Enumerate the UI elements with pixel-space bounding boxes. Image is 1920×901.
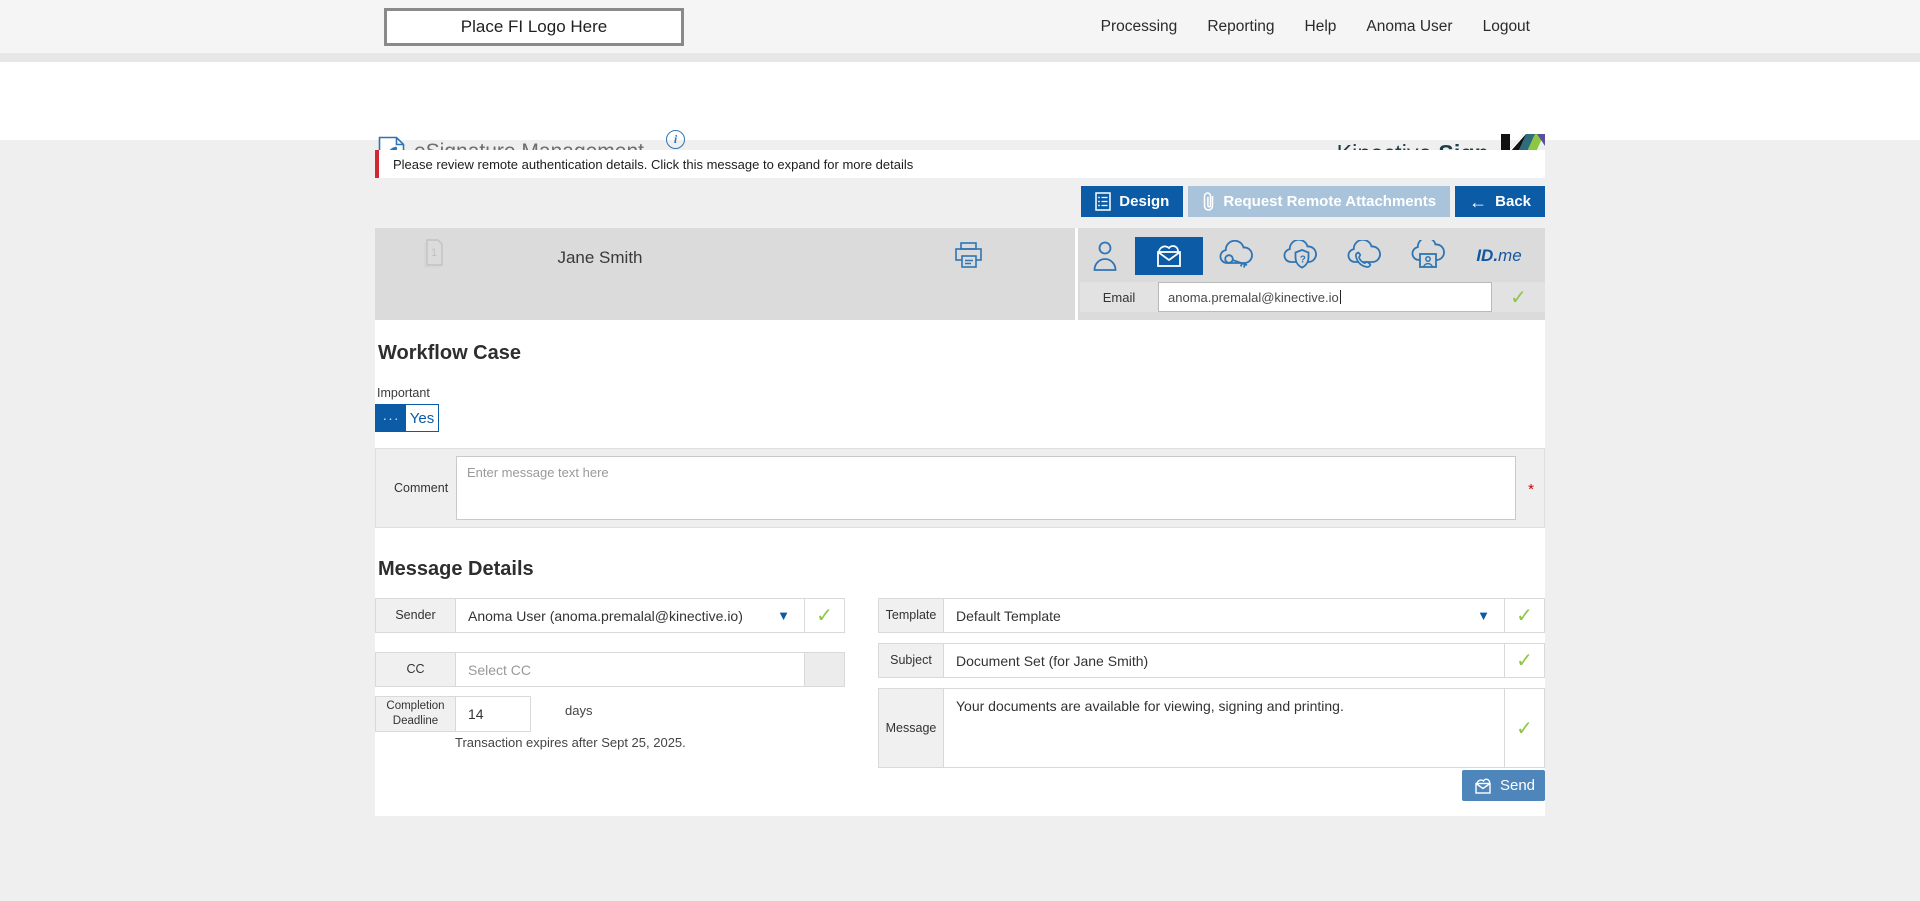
recipient-card: 1 Jane Smith ? ID. me Email anoma.premal…: [375, 228, 1545, 320]
nav-user[interactable]: Anoma User: [1366, 18, 1452, 36]
toggle-yes[interactable]: Yes: [406, 405, 438, 431]
page-header: x eSignature Management i Kinective Sign: [0, 62, 1920, 172]
auth-email-icon-selected[interactable]: [1135, 237, 1203, 275]
comment-label: Comment: [394, 481, 449, 495]
chevron-down-icon[interactable]: ▼: [777, 608, 790, 623]
message-row: Message Your documents are available for…: [878, 688, 1545, 768]
message-label: Message: [879, 689, 944, 767]
workflow-case-heading: Workflow Case: [378, 342, 521, 364]
send-button[interactable]: Send: [1462, 770, 1545, 801]
top-navigation: Processing Reporting Help Anoma User Log…: [1101, 0, 1530, 53]
required-marker: *: [1528, 481, 1534, 498]
send-mail-icon: [1472, 778, 1493, 794]
fi-logo-placeholder: Place FI Logo Here: [384, 8, 684, 46]
nav-reporting[interactable]: Reporting: [1207, 18, 1274, 36]
nav-processing[interactable]: Processing: [1101, 18, 1178, 36]
subject-valid-cell: ✓: [1504, 644, 1544, 677]
important-toggle[interactable]: ··· Yes: [375, 404, 439, 432]
design-button[interactable]: Design: [1081, 186, 1184, 217]
sender-select[interactable]: Anoma User (anoma.premalal@kinective.io)…: [456, 599, 804, 632]
request-remote-attachments-button[interactable]: Request Remote Attachments: [1188, 186, 1451, 217]
sender-label: Sender: [376, 599, 456, 632]
message-textarea[interactable]: Your documents are available for viewing…: [944, 689, 1504, 767]
alert-banner[interactable]: Please review remote authentication deta…: [375, 150, 1545, 178]
auth-video-verification-icon[interactable]: [1407, 237, 1449, 275]
auth-idme-icon[interactable]: ID. me: [1467, 237, 1531, 275]
subject-label: Subject: [879, 644, 944, 677]
email-label: Email: [1080, 282, 1158, 312]
auth-phone-icon[interactable]: [1343, 237, 1385, 275]
nav-help[interactable]: Help: [1305, 18, 1337, 36]
cc-field[interactable]: [456, 653, 804, 686]
completion-deadline-label: Completion Deadline: [376, 697, 456, 731]
cc-label: CC: [376, 653, 456, 686]
days-unit-label: days: [565, 703, 593, 718]
completion-deadline-row: Completion Deadline 14: [375, 696, 531, 732]
email-input[interactable]: anoma.premalal@kinective.io: [1158, 282, 1492, 312]
email-valid-cell: ✓: [1492, 282, 1545, 312]
toggle-dots[interactable]: ···: [376, 405, 406, 431]
document-badge-count: 1: [431, 247, 437, 259]
back-button[interactable]: ← Back: [1455, 186, 1545, 217]
subject-input[interactable]: Document Set (for Jane Smith): [944, 644, 1504, 677]
auth-security-question-icon[interactable]: ?: [1279, 237, 1321, 275]
cc-empty-cell: [804, 653, 844, 686]
card-divider: [1075, 228, 1078, 320]
toolbar: Design Request Remote Attachments ← Back: [1081, 186, 1545, 217]
check-icon: ✓: [1516, 650, 1533, 672]
message-valid-cell: ✓: [1504, 689, 1544, 767]
paperclip-icon: [1202, 191, 1215, 212]
cc-input[interactable]: [456, 653, 804, 686]
comment-container: Comment *: [375, 448, 1545, 528]
auth-in-person-icon[interactable]: [1087, 237, 1123, 275]
design-document-icon: [1095, 192, 1112, 211]
svg-text:?: ?: [1300, 255, 1306, 266]
sender-valid-cell: ✓: [804, 599, 844, 632]
document-count-icon: 1: [423, 239, 445, 269]
text-caret: [1339, 290, 1341, 304]
info-icon[interactable]: i: [666, 130, 685, 149]
completion-deadline-input[interactable]: 14: [456, 697, 530, 731]
sender-row: Sender Anoma User (anoma.premalal@kinect…: [375, 598, 845, 633]
auth-shared-secret-icon[interactable]: [1215, 237, 1257, 275]
back-arrow-icon: ←: [1469, 191, 1488, 212]
check-icon: ✓: [816, 605, 833, 627]
email-row: Email anoma.premalal@kinective.io ✓: [1080, 282, 1545, 312]
template-label: Template: [879, 599, 944, 632]
chevron-down-icon[interactable]: ▼: [1477, 608, 1490, 623]
template-row: Template Default Template ▼ ✓: [878, 598, 1545, 633]
top-bar: Place FI Logo Here Processing Reporting …: [0, 0, 1920, 53]
cc-row: CC: [375, 652, 845, 687]
template-valid-cell: ✓: [1504, 599, 1544, 632]
check-icon: ✓: [1510, 286, 1527, 309]
message-details-heading: Message Details: [378, 558, 534, 580]
check-icon: ✓: [1516, 717, 1533, 740]
recipient-name: Jane Smith: [557, 248, 643, 267]
print-icon[interactable]: [953, 241, 985, 271]
nav-logout[interactable]: Logout: [1483, 18, 1530, 36]
check-icon: ✓: [1516, 605, 1533, 627]
topbar-divider: [0, 53, 1920, 62]
subject-row: Subject Document Set (for Jane Smith) ✓: [878, 643, 1545, 678]
comment-textarea[interactable]: [456, 456, 1516, 520]
important-label: Important: [377, 386, 430, 400]
template-select[interactable]: Default Template ▼: [944, 599, 1504, 632]
expiration-note: Transaction expires after Sept 25, 2025.: [455, 735, 686, 750]
